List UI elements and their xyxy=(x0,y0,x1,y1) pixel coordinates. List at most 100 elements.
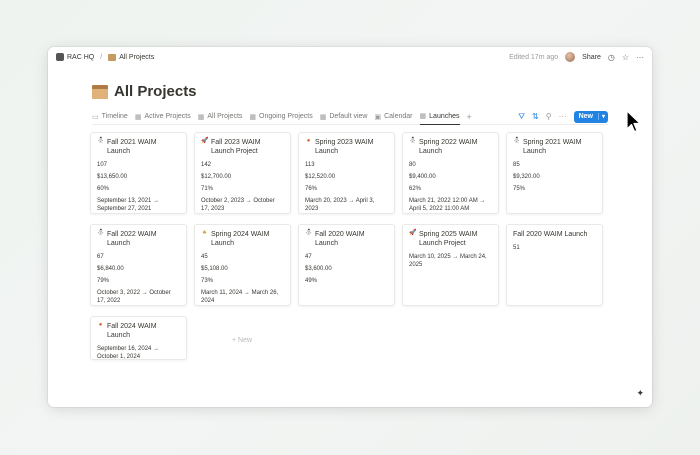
gallery-card[interactable]: ♣ Spring 2024 WAIM Launch 45 $5,108.00 73% Ma… xyxy=(194,224,291,306)
card-title: ● Spring 2023 WAIM Launch xyxy=(305,138,388,156)
gallery-card[interactable]: ⛄ Fall 2022 WAIM Launch 67 $6,840.00 79% Octo… xyxy=(90,224,187,306)
card-title-text: Fall 2020 WAIM Launch xyxy=(513,231,588,238)
sparkle-icon[interactable]: ✦ xyxy=(636,388,644,399)
card-dates: March 20, 2023 → April 3, 2023 xyxy=(305,198,375,212)
tab-timeline[interactable]: ▭ Timeline xyxy=(92,109,128,125)
rocket-icon: 🚀 xyxy=(201,138,209,144)
snowman-icon: ⛄ xyxy=(97,138,105,144)
card-budget: $5,108.00 xyxy=(201,266,228,272)
tab-default-view[interactable]: ▦ Default view xyxy=(320,109,368,125)
plant-icon: ♣ xyxy=(202,230,207,236)
breadcrumb-workspace[interactable]: RAC HQ xyxy=(67,54,94,61)
add-new-card-button[interactable]: + New xyxy=(232,337,252,344)
tab-active-projects[interactable]: ▦ Active Projects xyxy=(135,109,191,125)
more-options-icon[interactable]: ··· xyxy=(636,53,644,62)
timeline-icon: ▭ xyxy=(92,113,99,121)
card-count: 47 xyxy=(305,254,312,260)
tab-ongoing-projects[interactable]: ▦ Ongoing Projects xyxy=(249,109,312,125)
card-title: ⛄ Fall 2020 WAIM Launch xyxy=(305,230,388,248)
snowman-icon: ⛄ xyxy=(513,138,521,144)
table-icon: ▦ xyxy=(197,113,205,121)
card-title-text: Fall 2021 WAIM Launch xyxy=(107,139,157,155)
card-dates: March 10, 2025 → March 24, 2025 xyxy=(409,254,487,268)
gallery-card[interactable]: ⛄ Fall 2020 WAIM Launch 47 $3,600.00 49% xyxy=(298,224,395,306)
gallery-card[interactable]: ⛄ Spring 2022 WAIM Launch 80 $9,400.00 62% Ma… xyxy=(402,132,499,214)
card-title: 🚀 Spring 2025 WAIM Launch Project xyxy=(409,230,492,248)
view-tabs: ▭ Timeline ▦ Active Projects ▦ All Projects ▦ O… xyxy=(92,109,608,125)
card-title-text: Fall 2024 WAIM Launch xyxy=(107,323,157,339)
card-count: 85 xyxy=(513,162,520,168)
card-title: ⛄ Fall 2021 WAIM Launch xyxy=(97,138,180,156)
gallery-card[interactable]: 🚀 Fall 2023 WAIM Launch Project 142 $12,700… xyxy=(194,132,291,214)
card-pct: 49% xyxy=(305,278,318,284)
card-title: ♣ Spring 2024 WAIM Launch xyxy=(201,230,284,248)
gallery-card[interactable]: ⛄ Fall 2021 WAIM Launch 107 $13,650.00 60% Se… xyxy=(90,132,187,214)
card-count: 113 xyxy=(305,162,315,168)
tab-label: All Projects xyxy=(207,113,243,120)
card-title-text: Fall 2020 WAIM Launch xyxy=(315,231,365,247)
updates-icon[interactable]: ◷ xyxy=(608,53,615,62)
search-icon[interactable]: ⚲ xyxy=(546,112,552,121)
gallery-card[interactable]: ● Spring 2023 WAIM Launch 113 $12,520.00 76%… xyxy=(298,132,395,214)
app-window: RAC HQ / All Projects Edited 17m ago Sha… xyxy=(48,47,652,407)
card-title: ⛄ Spring 2021 WAIM Launch xyxy=(513,138,596,156)
tab-label: Default view xyxy=(329,113,368,120)
card-budget: $9,400.00 xyxy=(409,174,436,180)
card-title-text: Spring 2022 WAIM Launch xyxy=(419,139,478,155)
top-bar: RAC HQ / All Projects Edited 17m ago Sha… xyxy=(48,47,652,67)
tab-launches[interactable]: ▦ Launches xyxy=(419,109,460,125)
page-title[interactable]: All Projects xyxy=(114,83,197,100)
table-icon: ▦ xyxy=(134,113,142,121)
breadcrumb-separator: / xyxy=(100,53,103,61)
page-header: All Projects xyxy=(92,83,197,100)
table-icon: ▦ xyxy=(319,113,327,121)
card-pct: 73% xyxy=(201,278,214,284)
card-pct: 76% xyxy=(305,186,318,192)
fall-leaf-icon: ● xyxy=(98,322,103,328)
tab-label: Launches xyxy=(429,112,460,120)
favorite-star-icon[interactable]: ☆ xyxy=(622,53,629,62)
more-view-options-icon[interactable]: ··· xyxy=(559,112,567,121)
card-dates: September 16, 2024 → October 1, 2024 xyxy=(97,346,160,360)
card-count: 80 xyxy=(409,162,416,168)
snowman-icon: ⛄ xyxy=(97,230,105,236)
filter-icon[interactable]: ⛛ xyxy=(518,112,525,122)
tab-label: Calendar xyxy=(384,113,413,120)
rocket-icon: 🚀 xyxy=(409,230,417,236)
card-title: 🚀 Fall 2023 WAIM Launch Project xyxy=(201,138,284,156)
gallery-card[interactable]: ● Fall 2024 WAIM Launch September 16, 2024… xyxy=(90,316,187,360)
card-pct: 71% xyxy=(201,186,214,192)
tab-all-projects[interactable]: ▦ All Projects xyxy=(198,109,243,125)
card-dates: March 11, 2024 → March 26, 2024 xyxy=(201,290,279,304)
card-pct: 79% xyxy=(97,278,110,284)
avatar[interactable] xyxy=(565,52,576,62)
breadcrumb: RAC HQ / All Projects xyxy=(56,53,154,61)
card-budget: $9,320.00 xyxy=(513,174,540,180)
card-title-text: Spring 2023 WAIM Launch xyxy=(315,139,374,155)
folder-icon[interactable] xyxy=(92,84,108,99)
gallery-card[interactable]: Fall 2020 WAIM Launch 51 xyxy=(506,224,603,306)
tab-calendar[interactable]: ▣ Calendar xyxy=(374,109,412,125)
fall-leaf-icon: ● xyxy=(306,138,311,144)
gallery-icon: ▦ xyxy=(419,113,427,120)
add-view-icon[interactable]: + xyxy=(467,112,472,122)
card-dates: October 2, 2023 → October 17, 2023 xyxy=(201,198,275,212)
card-count: 107 xyxy=(97,162,108,168)
gallery-card[interactable]: 🚀 Spring 2025 WAIM Launch Project March 10… xyxy=(402,224,499,306)
card-count: 51 xyxy=(513,245,520,251)
share-button[interactable]: Share xyxy=(582,54,601,61)
card-budget: $6,840.00 xyxy=(97,266,124,272)
card-title: ● Fall 2024 WAIM Launch xyxy=(97,322,180,340)
board-icon: ▦ xyxy=(249,113,257,121)
card-title-text: Spring 2021 WAIM Launch xyxy=(523,139,582,155)
breadcrumb-page[interactable]: All Projects xyxy=(119,54,154,61)
new-button-label: New xyxy=(578,113,593,120)
chevron-down-icon[interactable]: ▾ xyxy=(597,113,608,120)
gallery-card[interactable]: ⛄ Spring 2021 WAIM Launch 85 $9,320.00 75% xyxy=(506,132,603,214)
card-title: ⛄ Spring 2022 WAIM Launch xyxy=(409,138,492,156)
sort-icon[interactable]: ⇅ xyxy=(532,112,539,121)
new-button[interactable]: New ▾ xyxy=(573,110,608,123)
card-budget: $13,650.00 xyxy=(97,174,128,180)
card-title: ⛄ Fall 2022 WAIM Launch xyxy=(97,230,180,248)
card-dates: March 21, 2022 12:00 AM → April 5, 2022 … xyxy=(409,198,486,212)
